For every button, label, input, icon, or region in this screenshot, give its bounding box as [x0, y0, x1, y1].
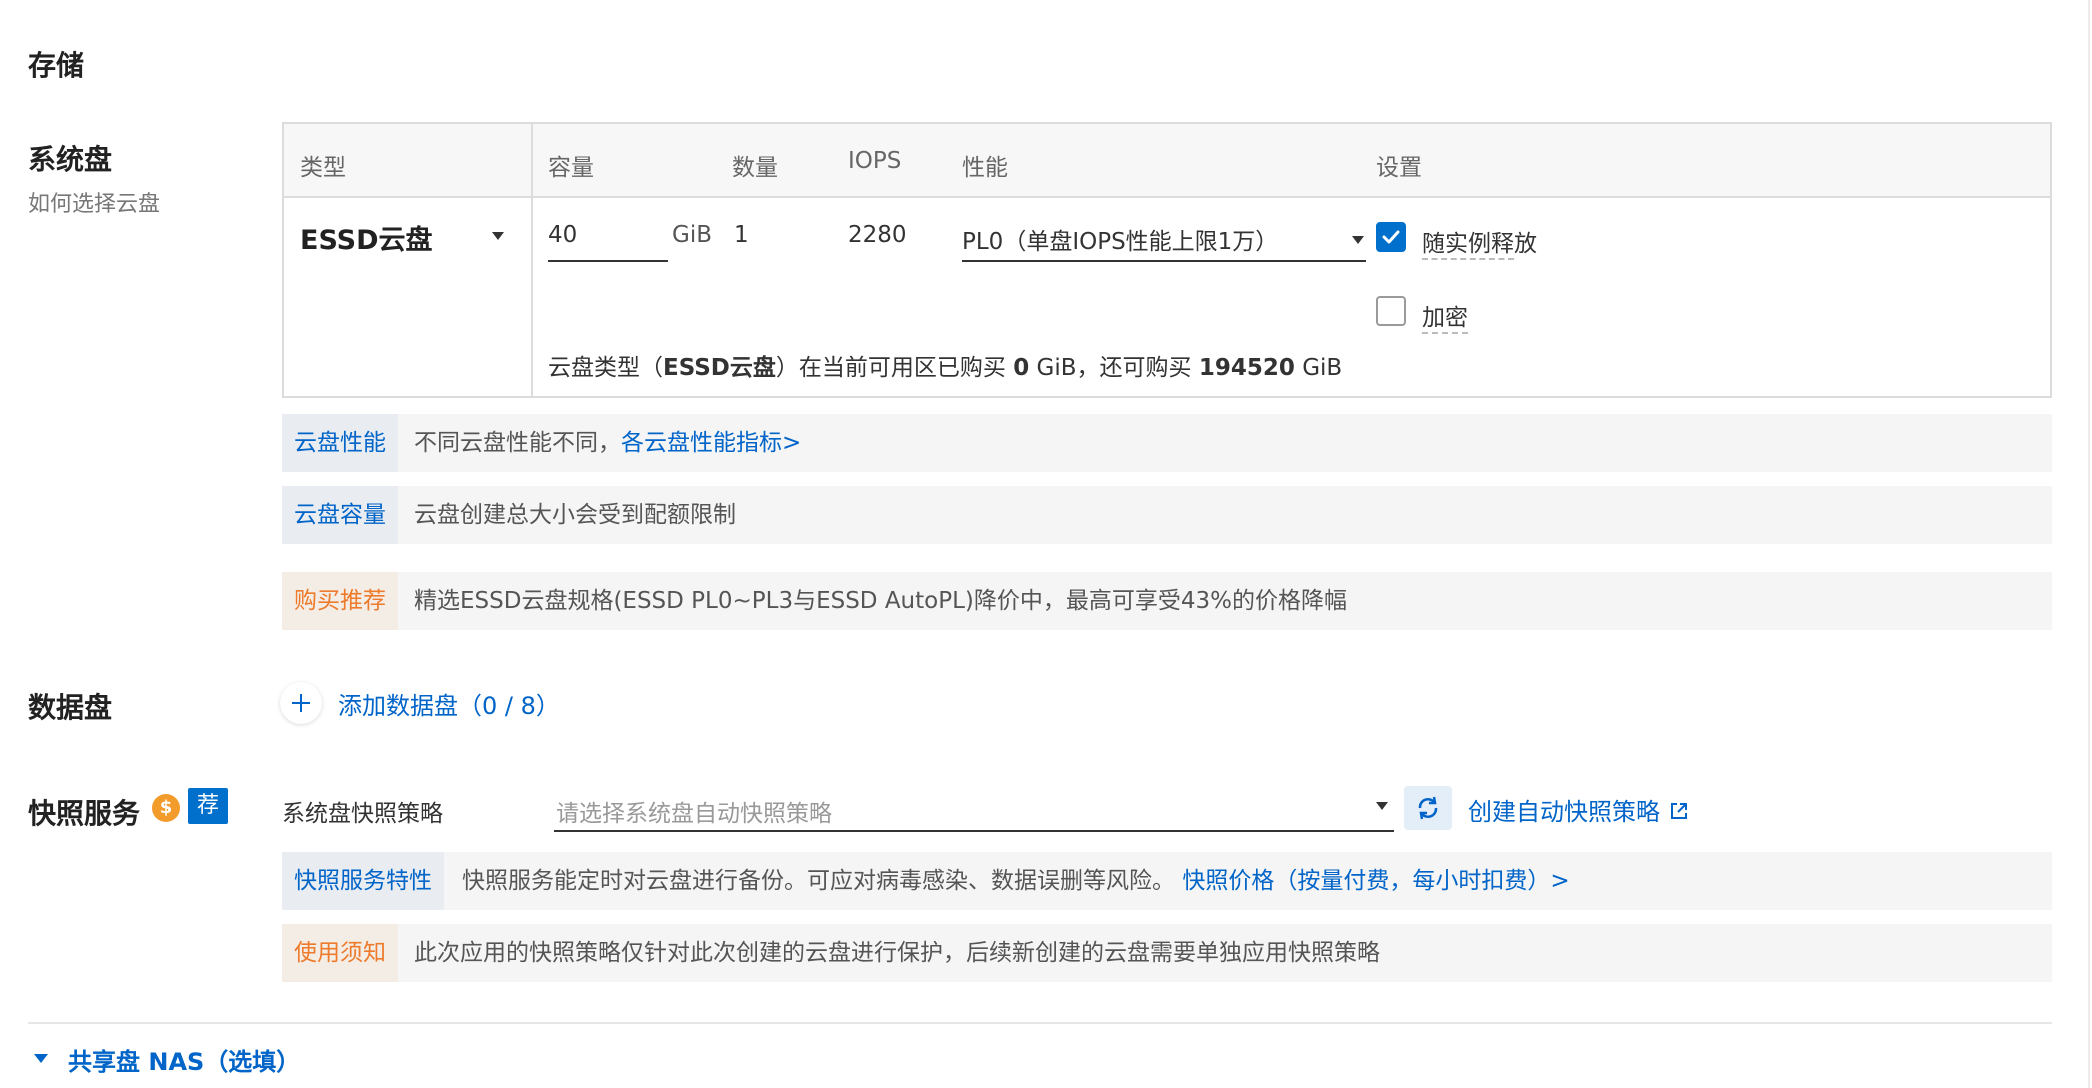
snapshot-price-link[interactable]: 快照价格（按量付费，每小时扣费）>: [1182, 868, 1569, 894]
capacity-unit: GiB: [672, 222, 712, 248]
quota-mid: ）在当前可用区已购买: [775, 355, 1014, 381]
release-with-instance-checkbox[interactable]: [1376, 222, 1406, 252]
snapshot-select-underline: [554, 830, 1394, 832]
info-label-capacity: 云盘容量: [282, 486, 398, 544]
info-text-snapshot-notice: 此次应用的快照策略仅针对此次创建的云盘进行保护，后续新创建的云盘需要单独应用快照…: [414, 940, 1380, 966]
chevron-down-icon: [492, 232, 504, 240]
column-type: 类型: [300, 155, 346, 181]
quota-suffix: GiB: [1294, 355, 1343, 381]
performance-metrics-link[interactable]: 各云盘性能指标>: [621, 430, 801, 456]
caret-down-icon: [34, 1054, 48, 1063]
plus-icon[interactable]: [280, 682, 322, 724]
info-row-capacity: 云盘容量 云盘创建总大小会受到配额限制: [282, 486, 2052, 544]
info-row-snapshot-notice: 使用须知 此次应用的快照策略仅针对此次创建的云盘进行保护，后续新创建的云盘需要单…: [282, 924, 2052, 982]
snapshot-feature-text: 快照服务能定时对云盘进行备份。可应对病毒感染、数据误删等风险。: [462, 868, 1175, 894]
data-disk-title: 数据盘: [28, 691, 113, 724]
disk-type-value: ESSD云盘: [300, 225, 433, 256]
info-label-performance: 云盘性能: [282, 414, 398, 472]
quota-text: 云盘类型（ESSD云盘）在当前可用区已购买 0 GiB，还可购买 194520 …: [548, 348, 1342, 382]
add-data-disk-button[interactable]: 添加数据盘（0 / 8）: [338, 686, 560, 721]
info-text-capacity: 云盘创建总大小会受到配额限制: [414, 502, 736, 528]
snapshot-policy-label: 系统盘快照策略: [282, 801, 443, 827]
nas-section-toggle[interactable]: 共享盘 NAS（选填）: [28, 1040, 428, 1076]
encrypt-label[interactable]: 加密: [1422, 298, 1468, 332]
performance-select[interactable]: PL0（单盘IOPS性能上限1万）: [962, 218, 1368, 264]
page-title: 存储: [28, 49, 85, 82]
recommend-badge: 荐: [188, 788, 228, 824]
snapshot-policy-select[interactable]: 请选择系统盘自动快照策略: [554, 786, 1394, 832]
quantity-value: 1: [734, 222, 749, 248]
refresh-button[interactable]: [1404, 786, 1452, 830]
refresh-icon: [1418, 796, 1438, 820]
system-disk-title: 系统盘: [28, 143, 113, 176]
column-divider: [531, 124, 533, 396]
quota-bought: 0: [1013, 355, 1030, 381]
tooltip-underline: [1422, 332, 1468, 334]
release-with-instance-label[interactable]: 随实例释放: [1422, 224, 1537, 258]
capacity-input-underline: [548, 260, 668, 262]
create-snapshot-policy-link[interactable]: 创建自动快照策略: [1468, 792, 1690, 827]
quota-prefix: 云盘类型（: [548, 355, 663, 381]
check-icon: [1382, 230, 1400, 244]
info-label-snapshot-feature: 快照服务特性: [282, 852, 444, 910]
how-to-choose-disk-link[interactable]: 如何选择云盘: [28, 186, 160, 218]
create-snapshot-policy-label: 创建自动快照策略: [1468, 798, 1660, 826]
encrypt-checkbox[interactable]: [1376, 296, 1406, 326]
info-label-recommend: 购买推荐: [282, 572, 398, 630]
section-divider: [28, 1022, 2052, 1024]
column-capacity: 容量: [548, 155, 594, 181]
column-settings: 设置: [1376, 155, 1422, 181]
snapshot-title: 快照服务: [28, 797, 141, 830]
quota-mid2: GiB，还可购买: [1029, 355, 1199, 381]
info-text-snapshot-feature: 快照服务能定时对云盘进行备份。可应对病毒感染、数据误删等风险。 快照价格（按量付…: [462, 852, 1570, 910]
info-row-recommend: 购买推荐 精选ESSD云盘规格(ESSD PL0~PL3与ESSD AutoPL…: [282, 572, 2052, 630]
billing-coin-icon: $: [152, 794, 180, 822]
nas-section-title: 共享盘 NAS（选填）: [68, 1048, 301, 1076]
table-header: 类型 容量 数量 IOPS 性能 设置: [284, 124, 2050, 198]
performance-text: 不同云盘性能不同，: [414, 430, 621, 456]
capacity-input[interactable]: 40: [548, 222, 577, 248]
iops-value: 2280: [848, 222, 907, 248]
info-label-snapshot-notice: 使用须知: [282, 924, 398, 982]
performance-underline: [962, 260, 1366, 262]
info-row-snapshot-feature: 快照服务特性 快照服务能定时对云盘进行备份。可应对病毒感染、数据误删等风险。 快…: [282, 852, 2052, 910]
chevron-down-icon: [1376, 802, 1388, 810]
column-performance: 性能: [962, 155, 1008, 181]
column-quantity: 数量: [732, 155, 778, 181]
scrollbar-edge: [2088, 0, 2090, 1088]
column-iops: IOPS: [848, 148, 902, 174]
chevron-down-icon: [1352, 236, 1364, 244]
external-link-icon: [1670, 803, 1687, 819]
tooltip-underline: [1422, 258, 1514, 260]
info-text-performance: 不同云盘性能不同，各云盘性能指标>: [414, 414, 801, 472]
disk-type-select[interactable]: ESSD云盘: [300, 218, 510, 258]
info-row-performance: 云盘性能 不同云盘性能不同，各云盘性能指标>: [282, 414, 2052, 472]
system-disk-table: 类型 容量 数量 IOPS 性能 设置 ESSD云盘 40 GiB 1 2280…: [282, 122, 2052, 398]
info-text-recommend: 精选ESSD云盘规格(ESSD PL0~PL3与ESSD AutoPL)降价中，…: [414, 588, 1348, 614]
snapshot-policy-placeholder: 请选择系统盘自动快照策略: [556, 801, 832, 827]
quota-type: ESSD云盘: [663, 355, 776, 381]
quota-remaining: 194520: [1198, 355, 1295, 381]
performance-value: PL0（单盘IOPS性能上限1万）: [962, 229, 1279, 255]
